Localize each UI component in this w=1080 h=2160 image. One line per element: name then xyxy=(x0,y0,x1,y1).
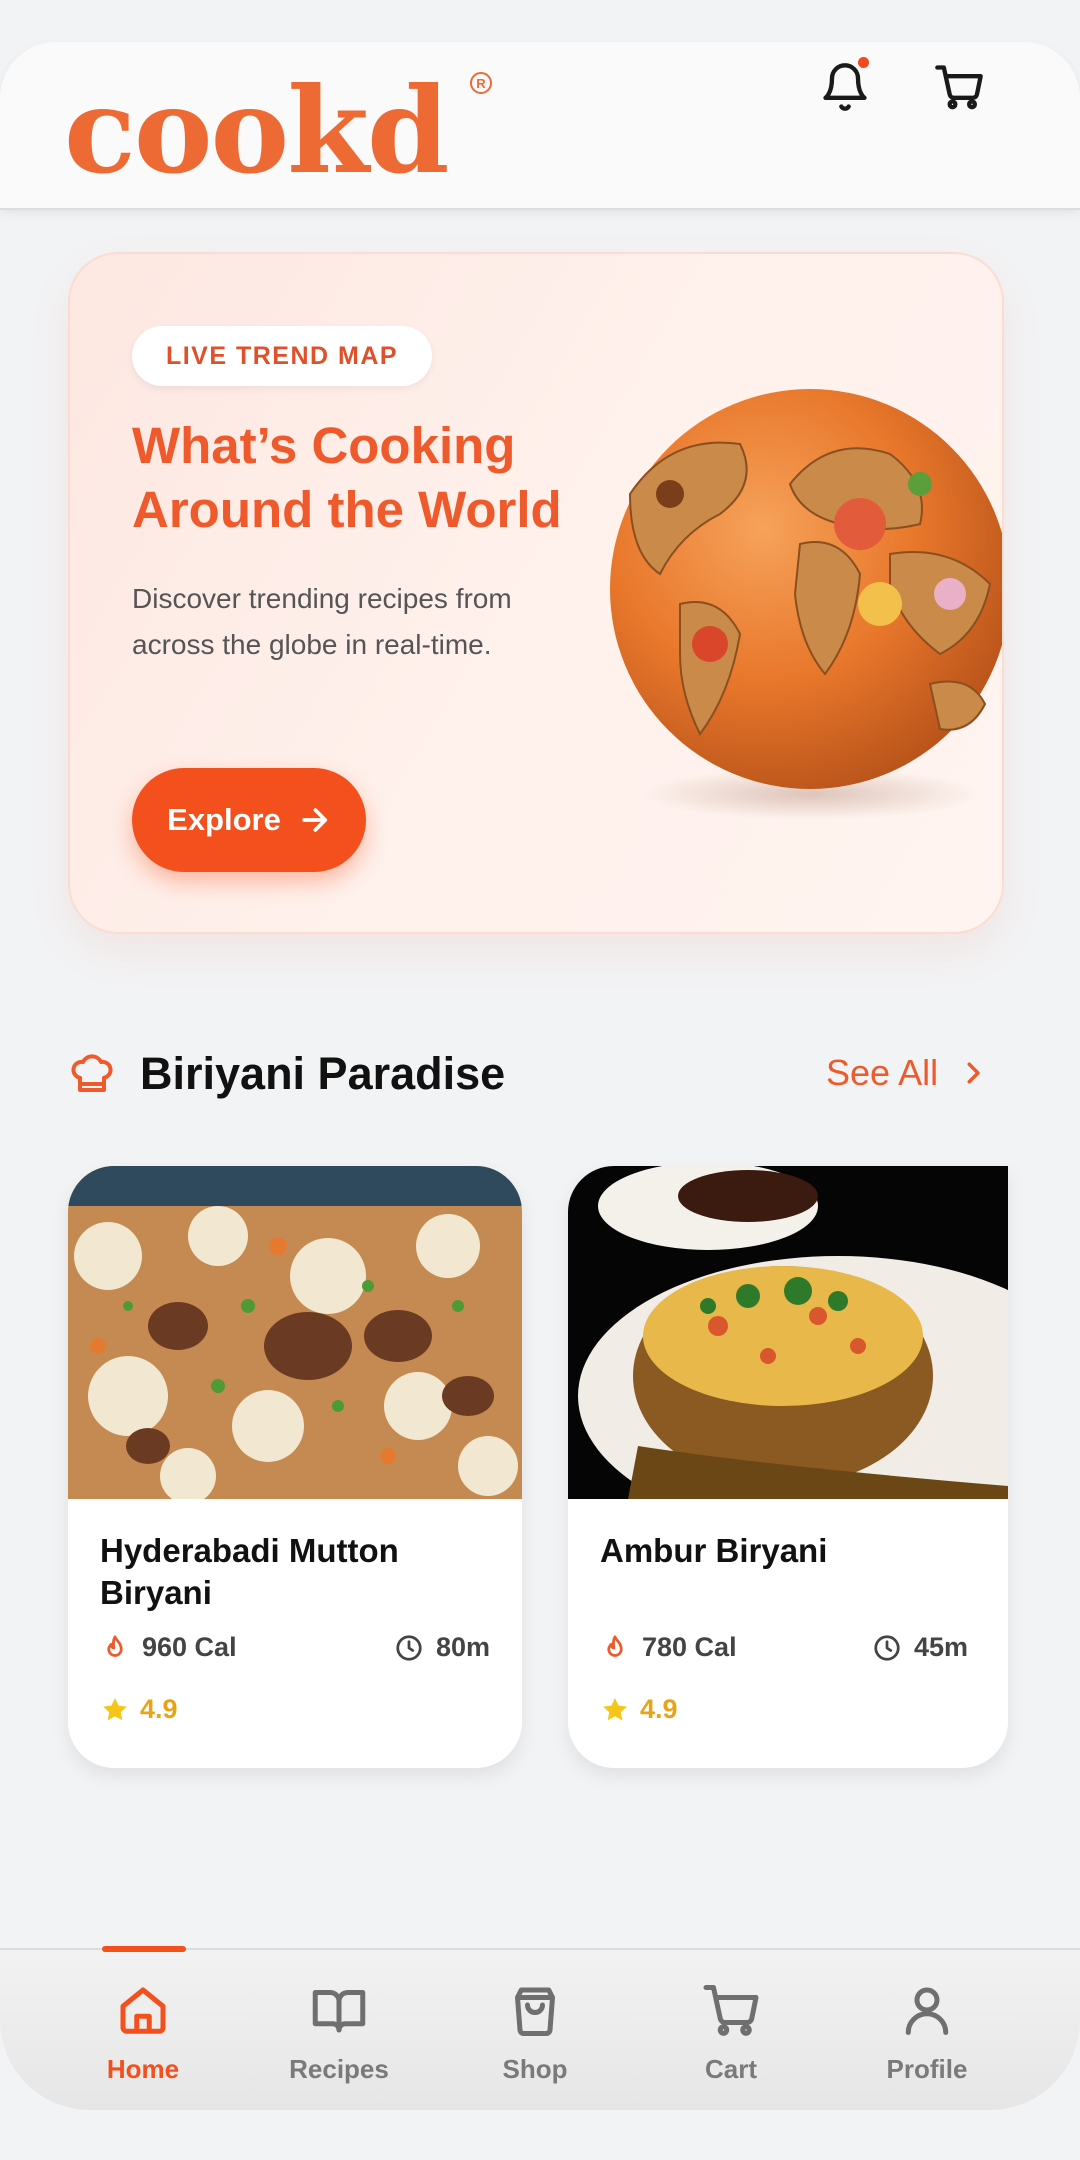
flame-icon xyxy=(107,1634,123,1657)
cart-icon xyxy=(703,1985,759,2036)
live-trend-badge: LIVE TREND MAP xyxy=(132,326,432,386)
nav-shop-label: Shop xyxy=(502,2054,568,2084)
time-value: 80m xyxy=(435,1632,490,1662)
see-all-label: See All xyxy=(826,1052,939,1093)
hero-description: Discover trending recipes from across th… xyxy=(132,583,512,660)
cart-button[interactable] xyxy=(928,56,990,118)
nav-home-label: Home xyxy=(106,2054,180,2084)
calories-value: 780 Cal xyxy=(642,1632,737,1662)
nav-profile-label: Profile xyxy=(886,2054,968,2084)
cart-icon xyxy=(935,65,983,110)
calories-info: 960 Cal xyxy=(100,1632,237,1663)
see-all-link[interactable]: See All xyxy=(826,1052,988,1094)
nav-recipes[interactable]: Recipes xyxy=(264,1980,414,2085)
star-icon xyxy=(103,1697,127,1720)
recipe-name: Hyderabadi Mutton Biryani xyxy=(100,1532,399,1611)
rating-value: 4.9 xyxy=(140,1694,178,1724)
nav-profile[interactable]: Profile xyxy=(852,1980,1002,2085)
recipe-card[interactable]: Ambur Biryani 780 Cal 45m 4.9 xyxy=(568,1166,1008,1768)
recipe-meta: 960 Cal 80m xyxy=(100,1632,490,1672)
shopping-bag-icon xyxy=(515,1987,555,2037)
nav-shop[interactable]: Shop xyxy=(460,1980,610,2085)
rating-value: 4.9 xyxy=(640,1694,678,1724)
user-icon xyxy=(905,1987,949,2035)
nav-cart-label: Cart xyxy=(704,2054,757,2084)
food-globe-image xyxy=(590,374,1002,824)
recipe-meta: 780 Cal 45m xyxy=(600,1632,968,1672)
registered-mark: R xyxy=(470,72,492,94)
recipe-name: Ambur Biryani xyxy=(600,1532,828,1569)
recipe-card[interactable]: Hyderabadi Mutton Biryani 960 Cal 80m 4.… xyxy=(68,1166,522,1768)
explore-label: Explore xyxy=(167,802,281,837)
rating: 4.9 xyxy=(600,1694,678,1725)
nav-cart[interactable]: Cart xyxy=(656,1980,806,2085)
nav-home[interactable]: Home xyxy=(68,1980,218,2085)
time-value: 45m xyxy=(913,1632,968,1662)
flame-icon xyxy=(607,1634,623,1657)
chef-hat-icon xyxy=(71,1054,113,1092)
time-info: 80m xyxy=(394,1632,490,1663)
recipe-image xyxy=(68,1166,522,1499)
calories-value: 960 Cal xyxy=(142,1632,237,1662)
trend-map-hero-card[interactable]: LIVE TREND MAP What’s Cooking Around the… xyxy=(68,252,1004,934)
app-logo[interactable]: cookd xyxy=(64,72,450,190)
rating: 4.9 xyxy=(100,1694,178,1725)
clock-icon xyxy=(396,1634,422,1661)
section-title: Biriyani Paradise xyxy=(140,1048,506,1099)
explore-button[interactable]: Explore xyxy=(132,768,366,872)
hero-title: What’s Cooking Around the World xyxy=(132,417,562,538)
home-icon xyxy=(120,1987,166,2034)
nav-recipes-label: Recipes xyxy=(289,2054,389,2084)
time-info: 45m xyxy=(872,1632,968,1663)
app-header: cookd R xyxy=(0,42,1080,210)
star-icon xyxy=(603,1697,627,1720)
recipe-image xyxy=(568,1166,1008,1499)
book-icon xyxy=(312,1990,366,2033)
arrow-right-icon xyxy=(302,808,328,832)
active-tab-indicator xyxy=(102,1946,186,1952)
clock-icon xyxy=(874,1634,900,1661)
chevron-right-icon xyxy=(967,1062,980,1084)
notification-dot xyxy=(858,57,869,68)
bell-icon xyxy=(823,63,867,111)
calories-info: 780 Cal xyxy=(600,1632,737,1663)
